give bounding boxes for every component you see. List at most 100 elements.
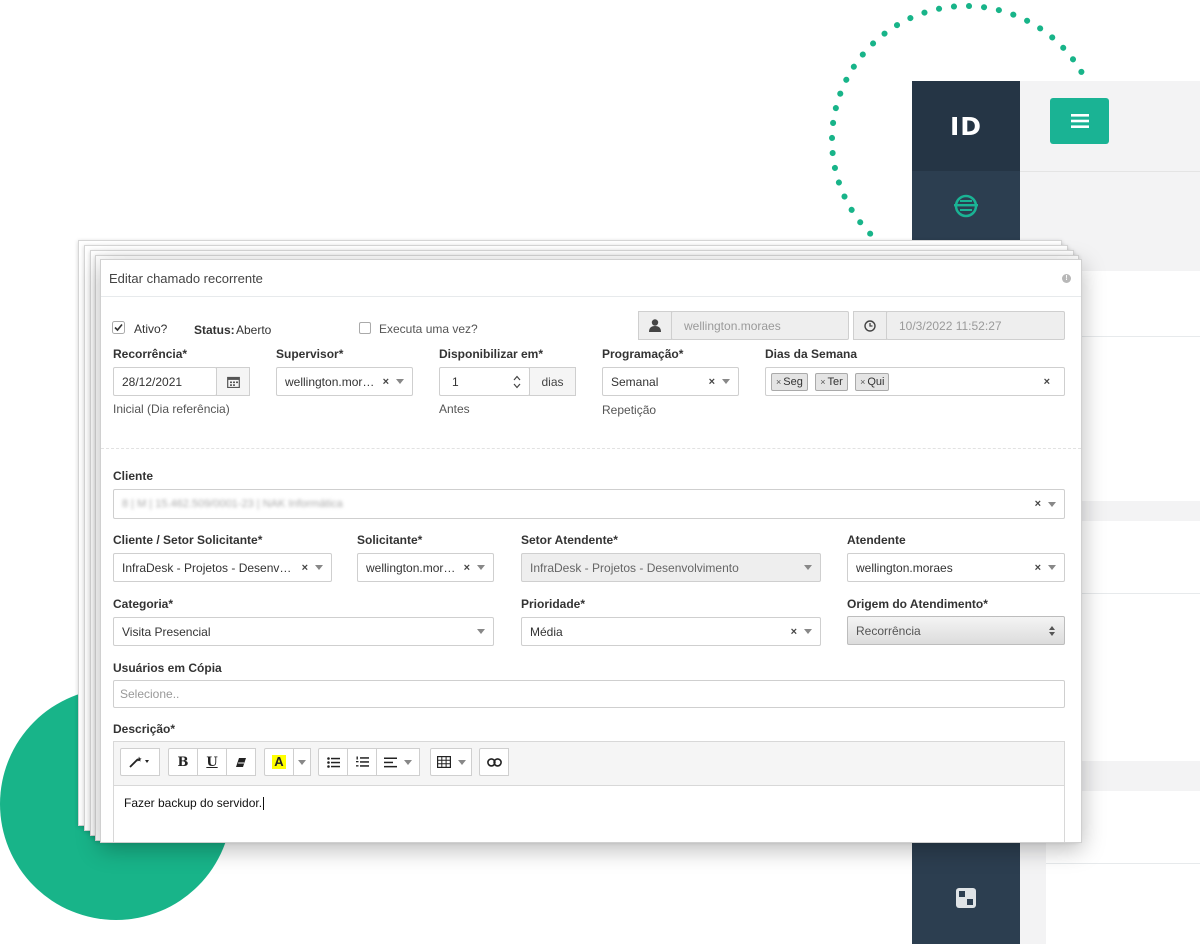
calendar-icon [226, 376, 240, 388]
dias-semana-multiselect[interactable]: × Seg × Ter × Qui × [765, 367, 1065, 396]
clear-icon[interactable]: × [1035, 562, 1041, 574]
executa-uma-vez-label: Executa uma vez? [379, 322, 478, 336]
text-color-button[interactable]: A [264, 748, 294, 776]
info-icon[interactable]: ! [1062, 274, 1071, 283]
programacao-select[interactable]: Semanal × [602, 367, 739, 396]
tag-ter[interactable]: × Ter [815, 372, 848, 391]
ordered-list-button[interactable] [347, 748, 377, 776]
origem-native-select[interactable]: Recorrência [847, 616, 1065, 645]
magic-wand-icon [129, 756, 149, 768]
dias-semana-label: Dias da Semana [765, 347, 858, 361]
calendar-button[interactable] [216, 367, 250, 396]
top-bar [1020, 81, 1200, 172]
user-addon [638, 311, 672, 340]
edit-recurring-ticket-modal: Editar chamado recorrente ! Ativo? Statu… [100, 259, 1082, 843]
cliente-setor-label: Cliente / Setor Solicitante* [113, 533, 263, 547]
description-text: Fazer backup do servidor. [124, 796, 263, 810]
text-cursor [263, 797, 265, 811]
ativo-label: Ativo? [134, 322, 168, 336]
setor-atendente-label: Setor Atendente* [521, 533, 618, 547]
descricao-label: Descrição* [113, 722, 176, 736]
atendente-select[interactable]: wellington.moraes × [847, 553, 1065, 582]
disponibilizar-help: Antes [439, 402, 470, 416]
text-color-dropdown[interactable] [293, 748, 311, 776]
chevron-down-icon [804, 565, 812, 570]
cliente-select[interactable]: 8 | M | 15.462.509/0001-23 | NAK Informá… [113, 489, 1065, 519]
checkmark-icon [112, 321, 125, 334]
grid-icon [956, 888, 976, 908]
chevron-down-icon [804, 629, 812, 634]
chevron-down-icon [477, 629, 485, 634]
clear-icon[interactable]: × [1035, 498, 1041, 510]
usuarios-copia-input[interactable]: Selecione.. [113, 680, 1065, 708]
categoria-select[interactable]: Visita Presencial [113, 617, 494, 646]
clock-addon [853, 311, 887, 340]
updown-arrows-icon [1049, 625, 1055, 636]
description-editor[interactable]: Fazer backup do servidor. [113, 785, 1065, 842]
style-button[interactable] [120, 748, 160, 776]
solicitante-label: Solicitante* [357, 533, 423, 547]
text-color-icon: A [272, 754, 286, 769]
app-logo: ID [912, 81, 1020, 171]
link-button[interactable] [479, 748, 509, 776]
categoria-label: Categoria* [113, 597, 174, 611]
chevron-down-icon [315, 565, 323, 570]
disponibilizar-label: Disponibilizar em* [439, 347, 544, 361]
chevron-down-icon [1048, 565, 1056, 570]
solicitante-select[interactable]: wellington.moraes × [357, 553, 494, 582]
cliente-label: Cliente [113, 469, 154, 483]
recorrencia-date-input[interactable]: 28/12/2021 [113, 367, 217, 396]
eraser-icon [236, 757, 246, 767]
status-value: Aberto [236, 323, 272, 337]
align-button[interactable] [376, 748, 420, 776]
setor-atendente-select: InfraDesk - Projetos - Desenvolvimento [521, 553, 821, 582]
dias-addon: dias [529, 367, 576, 396]
dashboard-icon [954, 194, 978, 218]
prioridade-select[interactable]: Média × [521, 617, 821, 646]
supervisor-select[interactable]: wellington.moraes × [276, 367, 413, 396]
origem-label: Origem do Atendimento* [847, 597, 988, 611]
clear-icon[interactable]: × [791, 626, 797, 638]
chevron-down-icon [396, 379, 404, 384]
menu-toggle-button[interactable] [1050, 98, 1109, 144]
underline-button[interactable]: U [197, 748, 227, 776]
dias-semana-tags: × Seg × Ter × Qui [771, 372, 1040, 391]
clear-all-icon[interactable]: × [1044, 376, 1050, 388]
clear-format-button[interactable] [226, 748, 256, 776]
unordered-list-button[interactable] [318, 748, 348, 776]
clear-icon[interactable]: × [709, 376, 715, 388]
clear-icon[interactable]: × [464, 562, 470, 574]
tag-seg[interactable]: × Seg [771, 372, 808, 391]
prioridade-label: Prioridade* [521, 597, 586, 611]
created-by-field: wellington.moraes [671, 311, 849, 340]
tag-qui[interactable]: × Qui [855, 372, 890, 391]
chevron-down-icon [722, 379, 730, 384]
align-icon [384, 757, 397, 767]
bold-button[interactable]: B [168, 748, 198, 776]
status-label: Status: [194, 323, 235, 337]
link-icon [486, 757, 502, 767]
programacao-help: Repetição [602, 403, 657, 417]
stepper-icon[interactable] [513, 375, 521, 389]
disponibilizar-number-input[interactable]: 1 [439, 367, 530, 396]
ordered-list-icon [355, 756, 369, 767]
sidebar-item-dashboard[interactable] [912, 193, 1020, 219]
hamburger-icon [1070, 114, 1089, 128]
table-button[interactable] [430, 748, 472, 776]
clock-icon [864, 319, 876, 332]
clear-icon[interactable]: × [302, 562, 308, 574]
chevron-down-icon [404, 759, 412, 765]
clear-icon[interactable]: × [383, 376, 389, 388]
atendente-label: Atendente [847, 533, 906, 547]
chevron-down-icon [477, 565, 485, 570]
user-icon [649, 319, 661, 332]
executa-uma-vez-checkbox[interactable] [359, 322, 371, 334]
programacao-label: Programação* [602, 347, 684, 361]
sidebar-item-modules[interactable] [912, 887, 1020, 909]
cliente-setor-select[interactable]: InfraDesk - Projetos - Desenvolvi... × [113, 553, 332, 582]
supervisor-label: Supervisor* [276, 347, 344, 361]
chevron-down-icon [1048, 501, 1056, 507]
modal-title: Editar chamado recorrente [109, 270, 263, 286]
section-divider [101, 448, 1081, 449]
ativo-checkbox[interactable] [112, 321, 125, 334]
